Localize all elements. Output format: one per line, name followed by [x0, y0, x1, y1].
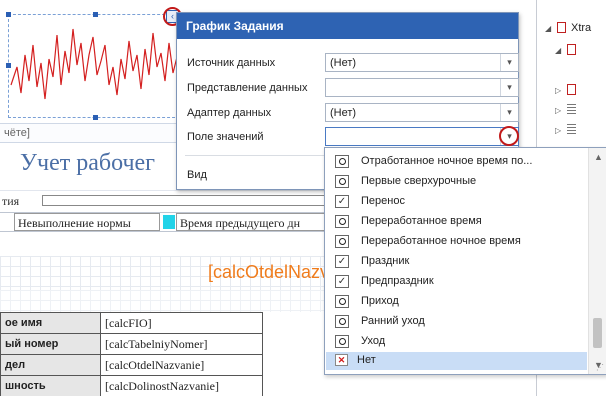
list-item-label: Уход: [361, 335, 386, 347]
dataview-label: Представление данных: [187, 82, 308, 94]
list-item-label: Приход: [361, 295, 399, 307]
list-item-label: Переработанное ночное время: [361, 235, 521, 247]
resize-handle-corner[interactable]: [6, 12, 11, 17]
resize-grip-icon[interactable]: ⋰: [596, 363, 604, 372]
datasource-label: Источник данных: [187, 57, 276, 69]
check-icon: ✓: [335, 275, 349, 288]
band-icon: [567, 44, 576, 55]
x-icon: ✕: [335, 354, 348, 366]
view-label: Вид: [187, 169, 207, 181]
resize-handle-bottom[interactable]: [93, 115, 98, 120]
datasource-combo[interactable]: (Нет) ▾: [325, 53, 519, 72]
chevron-down-icon[interactable]: ▾: [500, 79, 518, 96]
band-icon: [567, 84, 576, 95]
field-list-icon: [567, 124, 576, 135]
chart-control[interactable]: [6, 12, 181, 120]
chevron-down-icon[interactable]: ▾: [500, 104, 518, 121]
chart-preview-line: [10, 28, 181, 100]
table-value: [calcOtdelNazvanie]: [100, 354, 263, 376]
clock-icon: [335, 235, 349, 248]
report-title: Учет рабочег: [20, 150, 156, 176]
table-value: [calcTabelniyNomer]: [100, 333, 263, 355]
clock-icon: [335, 315, 349, 328]
list-item-label: Отработанное ночное время по...: [361, 155, 533, 167]
table-row[interactable]: шность [calcDolinostNazvanie]: [0, 375, 263, 396]
clock-icon: [335, 215, 349, 228]
table-row[interactable]: ое имя [calcFIO]: [0, 312, 263, 334]
progress-row-label: тия: [2, 194, 20, 208]
list-item-label: Переработанное время: [361, 215, 482, 227]
tree-collapse-icon[interactable]: ◢: [545, 24, 551, 33]
list-item-label: Перенос: [361, 195, 405, 207]
tree-expand-icon[interactable]: ▷: [555, 126, 561, 135]
report-title-band[interactable]: Учет рабочег: [0, 146, 180, 186]
dataadapter-label: Адаптер данных: [187, 107, 272, 119]
clock-icon: [335, 175, 349, 188]
list-item-label: Предпраздник: [361, 275, 434, 287]
popup-title: График Задания: [177, 13, 518, 39]
legend-item-prev-day: Время предыдущего дн: [176, 213, 326, 231]
list-item-label: Ранний уход: [361, 315, 425, 327]
clock-icon: [335, 295, 349, 308]
resize-handle-left[interactable]: [6, 63, 11, 68]
dataadapter-combo[interactable]: (Нет) ▾: [325, 103, 519, 122]
list-item-label: Нет: [357, 354, 376, 366]
resize-handle-top[interactable]: [93, 12, 98, 17]
table-label: ое имя: [0, 312, 101, 334]
table-label: ый номер: [0, 333, 101, 355]
dataadapter-value: (Нет): [330, 107, 357, 119]
clock-icon: [335, 335, 349, 348]
scroll-thumb[interactable]: [593, 318, 602, 348]
tree-root-label[interactable]: Xtra: [571, 22, 591, 36]
report-icon: [557, 22, 566, 33]
check-icon: ✓: [335, 195, 349, 208]
chart-caption-row: чёте]: [0, 123, 180, 143]
table-value: [calcFIO]: [100, 312, 263, 334]
field-list-icon: [567, 104, 576, 115]
list-item-label: Первые сверхурочные: [361, 175, 477, 187]
clock-icon: [335, 155, 349, 168]
dropdown-scrollbar[interactable]: ▲ ▼: [588, 148, 606, 374]
list-item-selected[interactable]: ✕ Нет: [326, 352, 587, 370]
highlight-ring: [499, 126, 519, 146]
scroll-up-icon[interactable]: ▲: [594, 152, 603, 162]
chart-preview-plot: [10, 28, 181, 100]
table-value: [calcDolinostNazvanie]: [100, 375, 263, 396]
tree-expand-icon[interactable]: ▷: [555, 86, 561, 95]
employee-table: ое имя [calcFIO] ый номер [calcTabelniyN…: [0, 312, 263, 396]
table-row[interactable]: дел [calcOtdelNazvanie]: [0, 354, 263, 376]
dataview-combo[interactable]: ▾: [325, 78, 519, 97]
list-item-label: Праздник: [361, 255, 410, 267]
check-icon: ✓: [335, 255, 349, 268]
progress-bar-field[interactable]: [42, 195, 342, 206]
table-label: дел: [0, 354, 101, 376]
legend-item-norm: Невыполнение нормы: [14, 213, 160, 231]
valuefield-dropdown-list[interactable]: Отработанное ночное время по... Первые с…: [324, 147, 606, 375]
tree-expand-icon[interactable]: ▷: [555, 106, 561, 115]
chevron-down-icon[interactable]: ▾: [500, 54, 518, 71]
valuefield-combo[interactable]: ▾: [325, 127, 519, 146]
legend-swatch: [163, 215, 175, 229]
chart-caption: чёте]: [4, 127, 30, 139]
table-row[interactable]: ый номер [calcTabelniyNomer]: [0, 333, 263, 355]
table-label: шность: [0, 375, 101, 396]
tree-collapse-icon[interactable]: ◢: [555, 46, 561, 55]
datasource-value: (Нет): [330, 57, 357, 69]
valuefield-label: Поле значений: [187, 131, 264, 143]
